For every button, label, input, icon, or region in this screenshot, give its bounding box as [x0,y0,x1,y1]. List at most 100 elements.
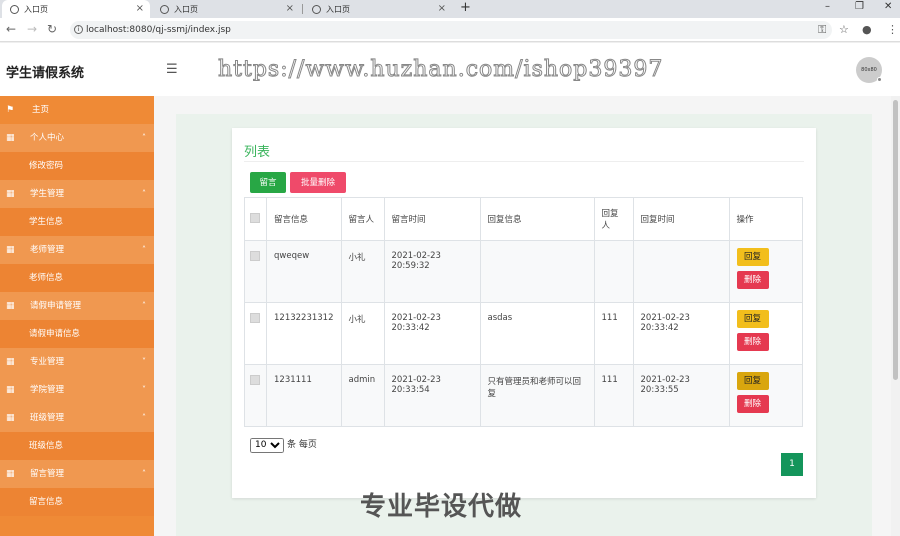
menu-toggle-icon[interactable]: ☰ [166,62,178,77]
sidebar-item-message-info[interactable]: 留言信息 [0,488,154,516]
cell-reply-time: 2021-02-23 20:33:42 [632,302,730,365]
star-icon[interactable]: ☆ [839,23,849,36]
scrollbar-thumb[interactable] [893,100,898,380]
reload-icon[interactable]: ↻ [47,22,57,36]
info-icon[interactable]: i [74,25,83,34]
sidebar-item-change-password[interactable]: 修改密码 [0,152,154,180]
chevron-up-icon: ˄ [142,133,146,142]
cell-reply [479,240,595,303]
grid-icon: ▦ [6,413,15,423]
sidebar-item-leave-management[interactable]: ▦ 请假申请管理 ˄ [0,292,154,320]
sidebar-item-home[interactable]: ⚑ 主页 [0,96,154,124]
globe-icon [10,4,19,14]
row-checkbox[interactable] [250,251,260,261]
delete-button[interactable]: 删除 [736,395,769,413]
minimize-icon[interactable]: – [825,1,830,12]
url-field[interactable]: i localhost:8080/qj-ssmj/index.jsp [70,21,832,39]
cell-time: 2021-02-23 20:33:54 [383,364,481,427]
watermark-text: https://www.huzhan.com/ishop39397 [217,57,664,83]
menu-dots-icon[interactable]: ⋮ [887,23,898,36]
forward-icon[interactable]: → [27,22,37,36]
cell-reply-time [632,240,730,303]
column-header: 留言信息 [266,197,342,241]
pagination-page-button[interactable]: 1 [781,453,803,476]
select-all-checkbox[interactable] [250,212,260,223]
reply-button[interactable]: 回复 [736,310,769,328]
account-icon[interactable]: ● [862,23,872,36]
table-row: 12132231312 小礼 2021-02-23 20:33:42 asdas… [244,302,803,365]
column-header: 留言时间 [383,197,481,241]
close-icon[interactable]: × [286,3,294,14]
reply-button[interactable]: 回复 [736,248,769,266]
cell-reply: 只有管理员和老师可以回复 [479,364,595,427]
sidebar-item-personal-center[interactable]: ▦ 个人中心 ˄ [0,124,154,152]
sidebar-item-teacher-info[interactable]: 老师信息 [0,264,154,292]
cell-author: 小礼 [340,240,385,303]
row-checkbox[interactable] [250,375,260,385]
column-header: 操作 [728,197,803,241]
cell-replier: 111 [593,302,634,365]
sidebar-item-leave-info[interactable]: 请假申请信息 [0,320,154,348]
grid-icon: ▦ [6,469,15,479]
globe-icon [312,4,321,14]
restore-icon[interactable]: ❐ [855,1,864,12]
sidebar-item-college-management[interactable]: ▦ 学院管理 ˅ [0,376,154,404]
message-table: 留言信息 留言人 留言时间 回复信息 回复人 回复时间 操作 qweqew 小礼… [244,197,803,427]
sidebar-item-class-info[interactable]: 班级信息 [0,432,154,460]
key-icon[interactable]: ⚿ [818,23,826,37]
grid-icon: ▦ [6,189,15,199]
chevron-up-icon: ˄ [142,469,146,478]
page-size-control: 10条 每页 [250,437,317,453]
cell-message: 1231111 [266,364,342,427]
sidebar-item-major-management[interactable]: ▦ 专业管理 ˅ [0,348,154,376]
address-bar: ← → ↻ i localhost:8080/qj-ssmj/index.jsp … [0,18,900,42]
avatar[interactable]: 80x80 [856,57,882,83]
reply-button[interactable]: 回复 [736,372,769,390]
chevron-up-icon: ˄ [142,301,146,310]
close-icon[interactable]: × [136,3,144,14]
column-header: 回复人 [593,197,634,241]
chevron-up-icon: ˄ [142,413,146,422]
sidebar-item-class-management[interactable]: ▦ 班级管理 ˄ [0,404,154,432]
sidebar-item-teacher-management[interactable]: ▦ 老师管理 ˄ [0,236,154,264]
sidebar-item-student-management[interactable]: ▦ 学生管理 ˄ [0,180,154,208]
column-header: 回复时间 [632,197,730,241]
page-size-select[interactable]: 10 [250,437,284,453]
browser-tab-bar: 入口页 × 入口页 × 入口页 × + – ❐ ✕ [0,0,900,18]
divider [244,161,804,162]
browser-tab[interactable]: 入口页 × [304,0,452,18]
cell-reply: asdas [479,302,595,365]
page-scrollbar[interactable] [891,96,900,536]
list-card: 列表 留言 批量删除 留言信息 留言人 留言时间 回复信息 回复人 回复时间 操… [232,128,816,498]
browser-tab[interactable]: 入口页 × [2,0,150,18]
page-title: 列表 [244,145,271,160]
new-tab-button[interactable]: + [460,0,471,15]
chevron-up-icon: ˄ [142,189,146,198]
batch-delete-button[interactable]: 批量删除 [290,172,346,193]
cell-message: qweqew [266,240,342,303]
sidebar-item-student-info[interactable]: 学生信息 [0,208,154,236]
grid-icon: ▦ [6,245,15,255]
grid-icon: ▦ [6,385,15,395]
grid-icon: ▦ [6,357,15,367]
cell-author: 小礼 [340,302,385,365]
delete-button[interactable]: 删除 [736,333,769,351]
browser-tab[interactable]: 入口页 × [152,0,300,18]
add-message-button[interactable]: 留言 [250,172,286,193]
close-window-icon[interactable]: ✕ [884,1,892,12]
table-header-row: 留言信息 留言人 留言时间 回复信息 回复人 回复时间 操作 [244,197,803,241]
column-header: 回复信息 [479,197,595,241]
sidebar-item-message-management[interactable]: ▦ 留言管理 ˄ [0,460,154,488]
cell-replier [593,240,634,303]
grid-icon: ▦ [6,301,15,311]
row-checkbox[interactable] [250,313,260,323]
chevron-down-icon: ˅ [142,357,146,366]
cell-message: 12132231312 [266,302,342,365]
delete-button[interactable]: 删除 [736,271,769,289]
app-header: 学生请假系统 ☰ https://www.huzhan.com/ishop393… [0,43,900,96]
cell-time: 2021-02-23 20:59:32 [383,240,481,303]
chevron-up-icon: ˄ [142,245,146,254]
close-icon[interactable]: × [438,3,446,14]
back-icon[interactable]: ← [6,22,16,36]
app-brand: 学生请假系统 [6,66,85,81]
